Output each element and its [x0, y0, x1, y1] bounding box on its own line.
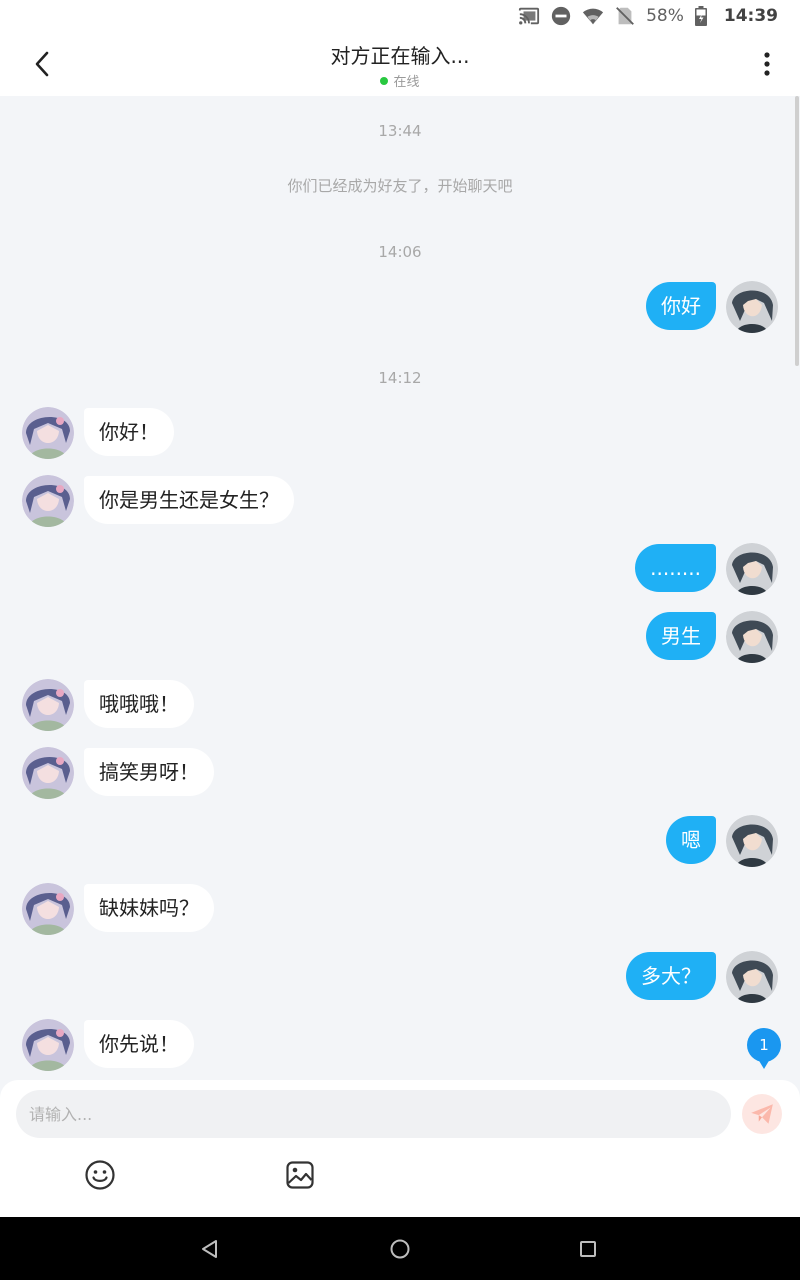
cast-icon	[518, 5, 540, 27]
system-nav-bar	[0, 1217, 800, 1280]
emoji-icon	[85, 1160, 115, 1190]
message-bubble-outgoing[interactable]: ........	[635, 544, 716, 592]
avatar-self[interactable]	[726, 951, 778, 1003]
more-vertical-icon	[764, 52, 770, 76]
back-button[interactable]	[22, 46, 62, 82]
timestamp: 14:06	[378, 243, 422, 261]
page-title: 对方正在输入...	[330, 44, 470, 68]
message-row-incoming: 缺妹妹吗？	[0, 883, 800, 935]
message-row-incoming: 你先说！	[0, 1019, 800, 1071]
no-sim-icon	[614, 5, 636, 27]
message-row-outgoing: 男生	[0, 611, 800, 663]
chevron-left-icon	[35, 51, 49, 77]
header-title-group: 对方正在输入... 在线	[200, 40, 600, 90]
avatar-self[interactable]	[726, 815, 778, 867]
message-row-incoming: 哦哦哦！	[0, 679, 800, 731]
message-composer	[0, 1080, 800, 1217]
online-dot-icon	[380, 76, 389, 85]
message-row-outgoing: 嗯	[0, 815, 800, 867]
system-message: 你们已经成为好友了，开始聊天吧	[287, 177, 513, 195]
message-bubble-incoming[interactable]: 你好！	[84, 408, 174, 456]
avatar-self[interactable]	[726, 281, 778, 333]
avatar-contact[interactable]	[22, 679, 74, 731]
message-bubble-outgoing[interactable]: 你好	[646, 282, 716, 330]
clock: 14:39	[723, 6, 778, 26]
battery-percent: 58%	[646, 6, 684, 26]
message-bubble-incoming[interactable]: 你先说！	[84, 1020, 194, 1068]
recents-square-icon	[580, 1241, 596, 1257]
message-row-outgoing: 你好	[0, 281, 800, 333]
chat-message-list[interactable]: 13:44 你们已经成为好友了，开始聊天吧 14:06 你好 14:12 你好！…	[0, 96, 800, 1080]
more-options-button[interactable]	[752, 46, 782, 82]
home-circle-icon	[390, 1239, 410, 1259]
avatar-self[interactable]	[726, 543, 778, 595]
message-input[interactable]	[16, 1090, 731, 1138]
send-button[interactable]	[742, 1094, 782, 1134]
message-bubble-outgoing[interactable]: 男生	[646, 612, 716, 660]
dnd-icon	[550, 5, 572, 27]
message-row-incoming: 搞笑男呀！	[0, 747, 800, 799]
message-bubble-outgoing[interactable]: 多大？	[626, 952, 716, 1000]
message-bubble-incoming[interactable]: 缺妹妹吗？	[84, 884, 214, 932]
timestamp: 14:12	[378, 369, 422, 387]
wifi-icon	[582, 5, 604, 27]
image-icon	[286, 1161, 314, 1189]
avatar-contact[interactable]	[22, 747, 74, 799]
image-button[interactable]	[283, 1158, 317, 1192]
message-row-incoming: 你是男生还是女生？	[0, 475, 800, 527]
avatar-contact[interactable]	[22, 475, 74, 527]
chat-header: 对方正在输入... 在线	[0, 32, 800, 96]
message-bubble-incoming[interactable]: 搞笑男呀！	[84, 748, 214, 796]
timestamp: 13:44	[378, 122, 422, 140]
message-bubble-incoming[interactable]: 你是男生还是女生？	[84, 476, 294, 524]
battery-icon	[694, 5, 708, 27]
nav-back-button[interactable]	[196, 1235, 224, 1263]
avatar-contact[interactable]	[22, 883, 74, 935]
nav-recents-button[interactable]	[574, 1235, 602, 1263]
message-row-outgoing: 多大？	[0, 951, 800, 1003]
message-bubble-outgoing[interactable]: 嗯	[666, 816, 716, 864]
unread-count-badge[interactable]: 1	[747, 1028, 781, 1070]
avatar-self[interactable]	[726, 611, 778, 663]
nav-home-button[interactable]	[386, 1235, 414, 1263]
send-icon	[751, 1104, 773, 1124]
avatar-contact[interactable]	[22, 407, 74, 459]
status-icons: 58% 14:39	[518, 4, 778, 28]
back-triangle-icon	[202, 1240, 217, 1258]
unread-count: 1	[759, 1036, 769, 1054]
emoji-button[interactable]	[83, 1158, 117, 1192]
presence-status: 在线	[200, 71, 600, 90]
message-row-incoming: 你好！	[0, 407, 800, 459]
status-bar: 58% 14:39	[0, 0, 800, 32]
message-row-outgoing: ........	[0, 543, 800, 595]
avatar-contact[interactable]	[22, 1019, 74, 1071]
message-bubble-incoming[interactable]: 哦哦哦！	[84, 680, 194, 728]
presence-label: 在线	[393, 75, 420, 90]
